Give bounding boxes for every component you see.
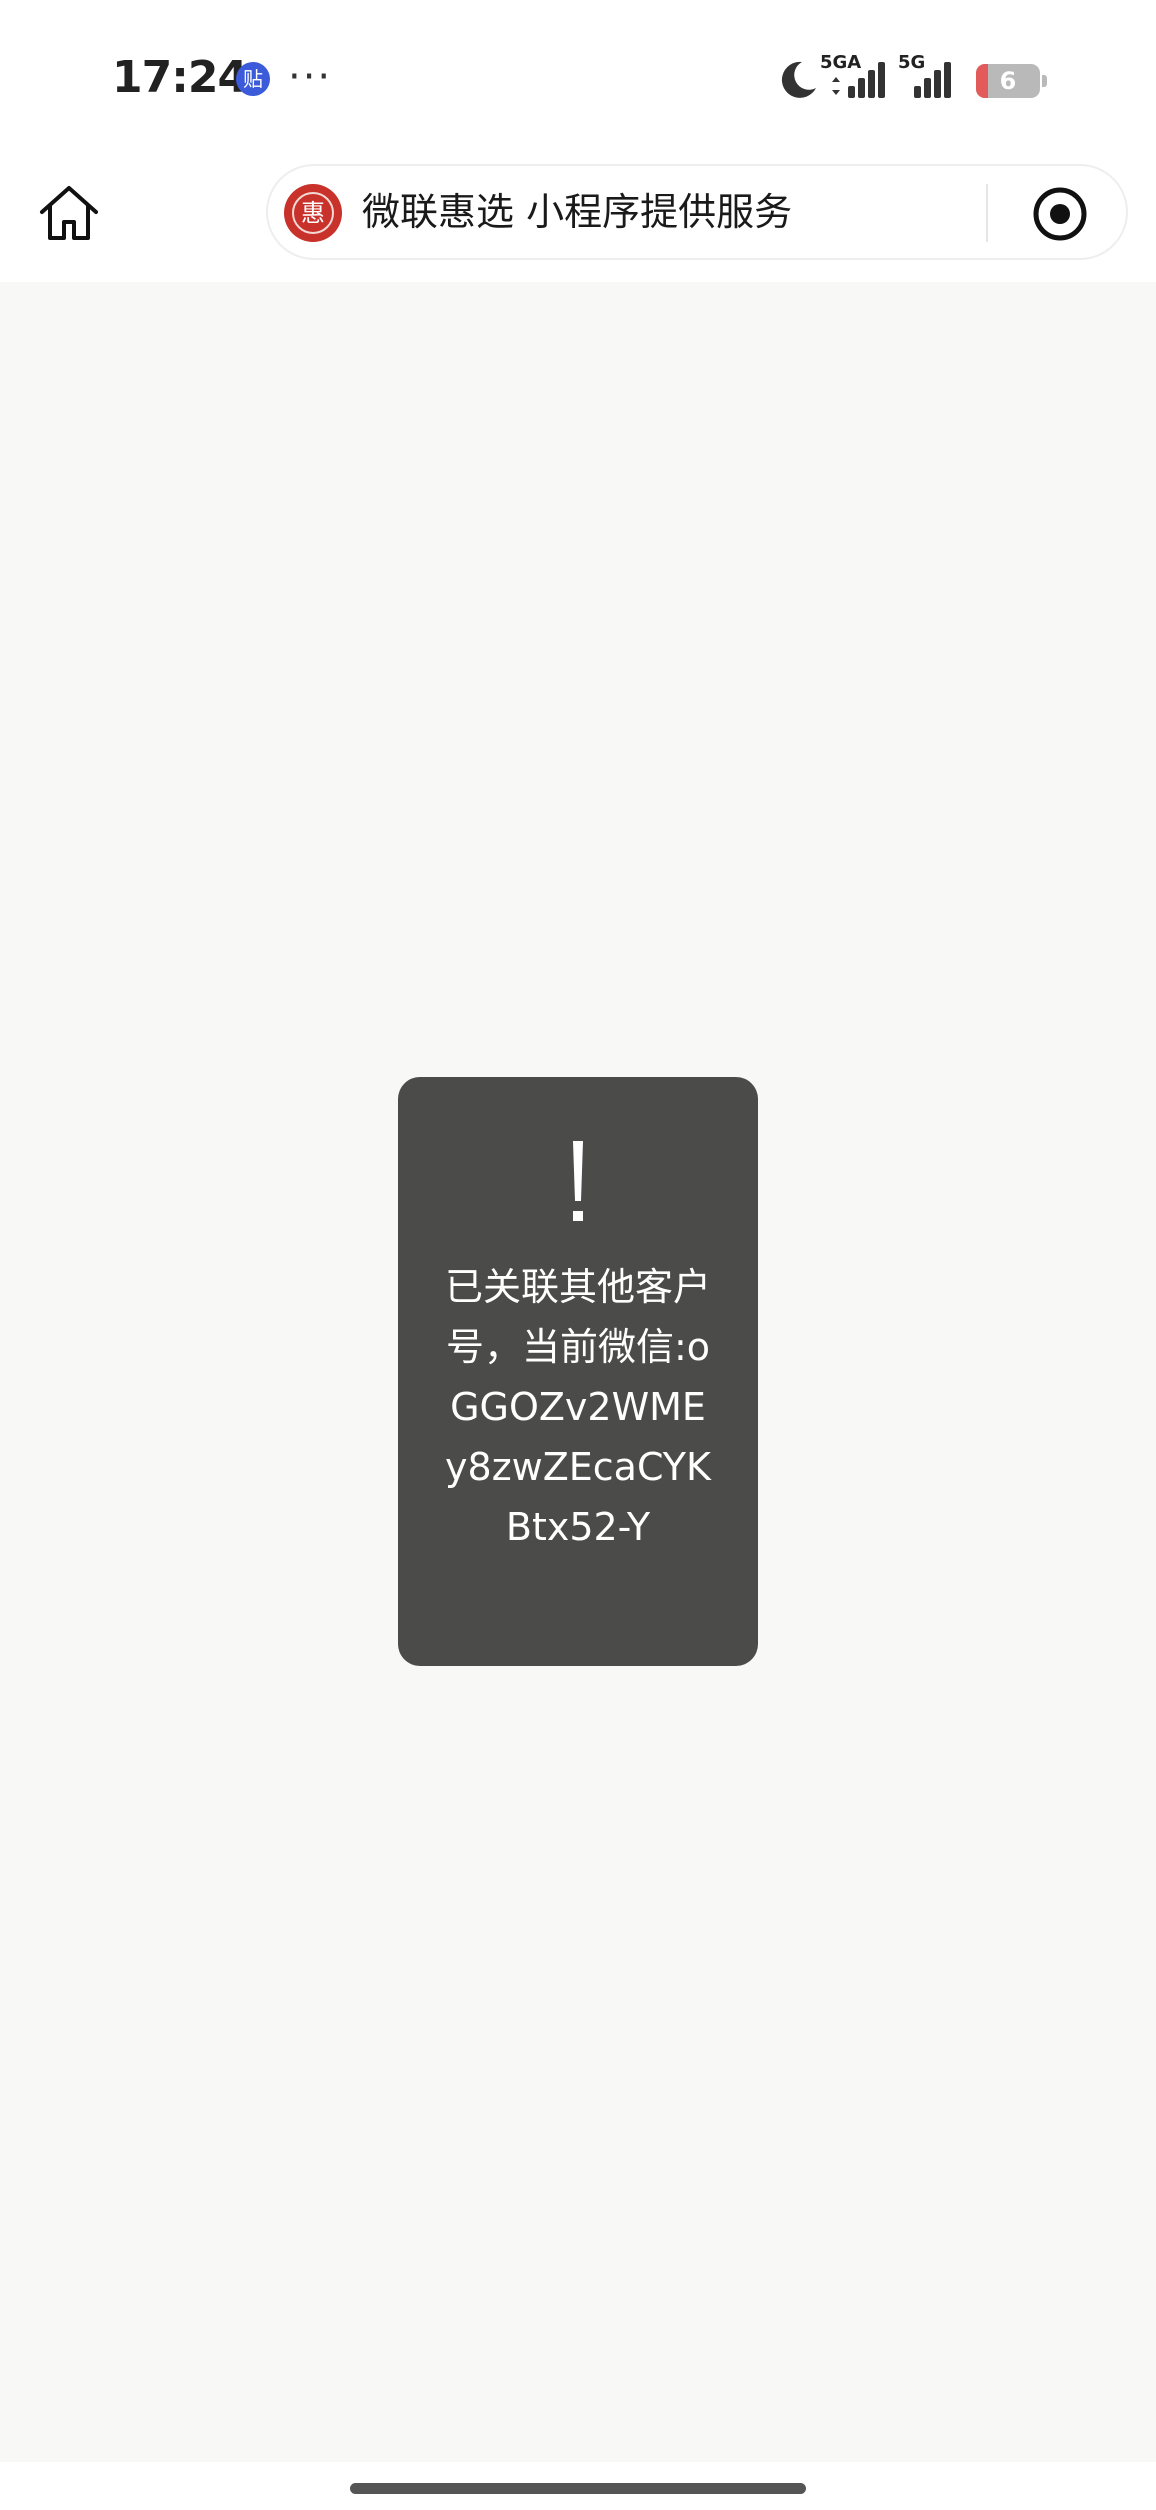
error-toast: 已关联其他客户号，当前微信:oGGOZv2WMEy8zwZEcaCYKBtx52…: [398, 1077, 758, 1666]
more-notifications-icon: ···: [288, 54, 333, 100]
mini-program-capsule[interactable]: 惠 微联惠选 小程序提供服务: [266, 164, 1128, 260]
mini-program-title: 微联惠选 小程序提供服务: [362, 190, 793, 234]
home-icon: [40, 186, 98, 240]
mini-program-nav-bar: 惠 微联惠选 小程序提供服务: [0, 160, 1156, 282]
battery-nub: [1042, 75, 1047, 87]
capsule-divider: [986, 184, 988, 242]
status-time: 17:24: [112, 52, 248, 103]
exclamation-mark: [573, 1141, 583, 1221]
mini-program-logo: 惠: [284, 184, 342, 242]
toast-message: 已关联其他客户号，当前微信:oGGOZv2WMEy8zwZEcaCYKBtx52…: [444, 1265, 711, 1549]
home-button[interactable]: [36, 180, 102, 246]
battery-level: 6: [999, 67, 1017, 95]
target-icon: [1033, 187, 1087, 241]
moon-icon: [781, 61, 816, 98]
exclamation-icon: [398, 1137, 758, 1231]
app-notification-icon: 贴: [236, 62, 270, 96]
battery-icon: 6: [976, 64, 1047, 98]
close-mini-program-button[interactable]: [1030, 184, 1090, 244]
status-bar: 17:24 贴 ··· 5GA 5G 6: [0, 0, 1156, 160]
logo-glyph: 惠: [301, 199, 325, 227]
signal-icon: [832, 62, 885, 98]
home-indicator[interactable]: [350, 2483, 806, 2494]
signal-icon: [914, 62, 951, 98]
